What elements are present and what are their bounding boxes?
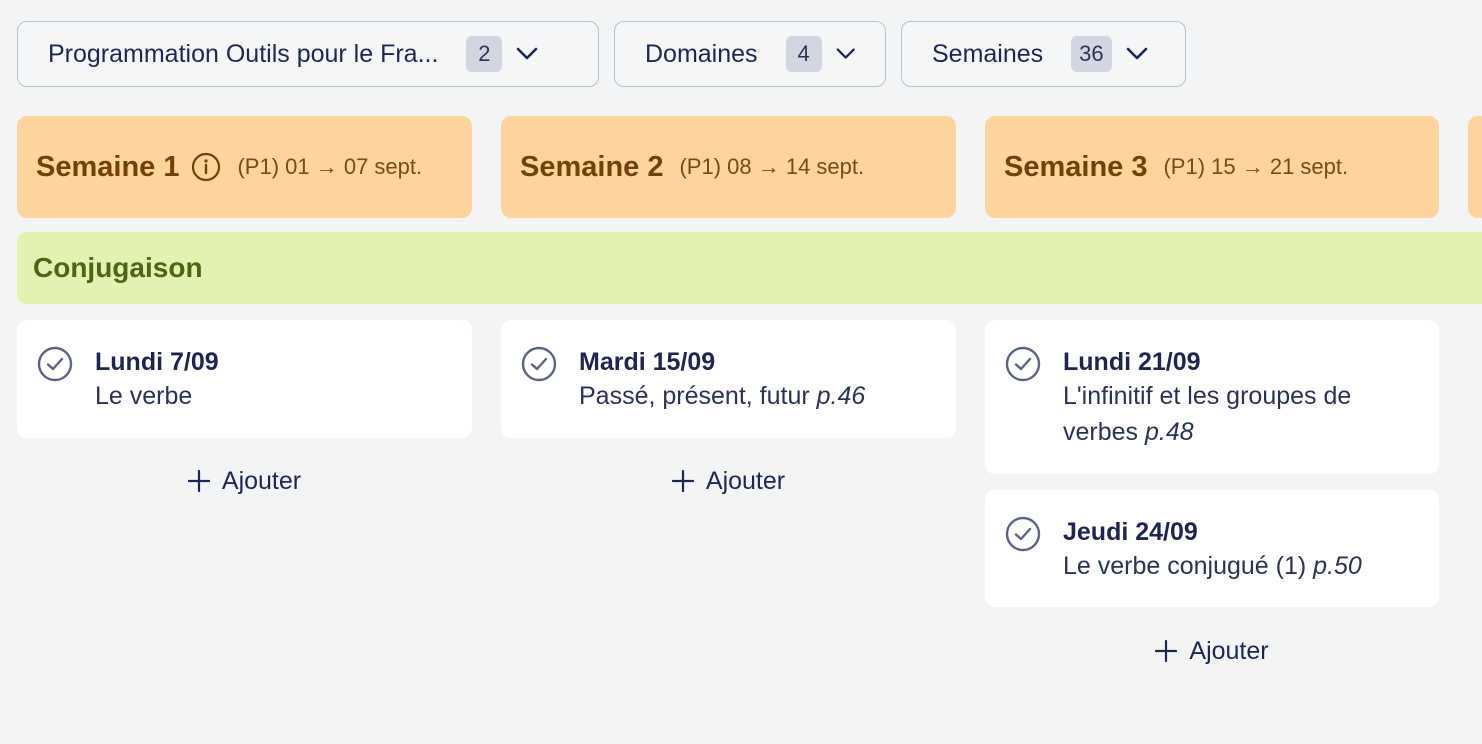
domain-title: Conjugaison — [33, 252, 203, 283]
lesson-page: p.48 — [1145, 418, 1194, 446]
lesson-date: Jeudi 24/09 — [1063, 518, 1198, 546]
week-header-4-partial — [1468, 116, 1482, 218]
add-lesson-label: Ajouter — [1189, 636, 1269, 665]
lesson-title-text: Le verbe — [95, 382, 193, 410]
program-filter-count: 2 — [466, 36, 503, 72]
program-filter-label: Programmation Outils pour le Fra... — [48, 39, 439, 68]
check-circle-icon[interactable] — [1005, 346, 1041, 382]
lesson-date: Lundi 21/09 — [1063, 348, 1201, 376]
week-title: Semaine 1 — [36, 150, 180, 183]
add-lesson-button[interactable]: Ajouter — [985, 631, 1439, 671]
week-range: (P1) 01 → 07 sept. — [237, 154, 423, 179]
lesson-title-text: Passé, présent, futur — [579, 382, 810, 410]
add-lesson-button[interactable]: Ajouter — [17, 461, 472, 501]
domains-filter-count: 4 — [785, 36, 822, 72]
program-filter[interactable]: Programmation Outils pour le Fra... 2 — [17, 21, 599, 87]
week-title: Semaine 3 — [1004, 150, 1148, 183]
check-circle-icon[interactable] — [1005, 516, 1041, 552]
plus-icon — [187, 470, 210, 492]
lesson-title: Le verbe — [95, 378, 448, 414]
check-circle-icon[interactable] — [37, 346, 73, 382]
lesson-card[interactable]: Mardi 15/09 Passé, présent, futur p.46 — [501, 320, 956, 438]
weeks-filter[interactable]: Semaines 36 — [901, 21, 1186, 87]
lesson-title-text: Le verbe conjugué (1) — [1063, 552, 1307, 580]
add-lesson-label: Ajouter — [221, 466, 302, 495]
week-header-3[interactable]: Semaine 3 (P1) 15 → 21 sept. — [985, 116, 1439, 218]
domains-filter[interactable]: Domaines 4 — [614, 21, 886, 87]
week-range: (P1) 15 → 21 sept. — [1163, 154, 1349, 179]
week-header-2[interactable]: Semaine 2 (P1) 08 → 14 sept. — [501, 116, 956, 218]
lesson-title: L'infinitif et les groupes de verbes p.4… — [1063, 378, 1415, 450]
check-circle-icon[interactable] — [521, 346, 557, 382]
week-title: Semaine 2 — [520, 150, 664, 183]
lesson-title: Le verbe conjugué (1) p.50 — [1063, 548, 1415, 584]
lesson-card[interactable]: Lundi 7/09 Le verbe — [17, 320, 472, 438]
lesson-page: p.46 — [816, 382, 866, 410]
lesson-card[interactable]: Jeudi 24/09 Le verbe conjugué (1) p.50 — [985, 490, 1439, 607]
plus-icon — [671, 470, 694, 492]
add-lesson-button[interactable]: Ajouter — [501, 461, 956, 501]
lesson-date: Lundi 7/09 — [95, 348, 219, 376]
week-range: (P1) 08 → 14 sept. — [679, 154, 865, 179]
weeks-filter-label: Semaines — [932, 39, 1044, 68]
weeks-filter-count: 36 — [1071, 36, 1112, 72]
lesson-card[interactable]: Lundi 21/09 L'infinitif et les groupes d… — [985, 320, 1439, 474]
filter-bar: Programmation Outils pour le Fra... 2 Do… — [17, 21, 1186, 87]
lesson-date: Mardi 15/09 — [579, 348, 716, 376]
chevron-down-icon — [1126, 47, 1147, 60]
lesson-title: Passé, présent, futur p.46 — [579, 378, 932, 414]
info-icon[interactable] — [191, 152, 221, 182]
plus-icon — [1155, 640, 1178, 662]
week-header-1[interactable]: Semaine 1 (P1) 01 → 07 sept. — [17, 116, 472, 218]
chevron-down-icon — [517, 47, 538, 60]
domain-row-header: Conjugaison — [17, 232, 1482, 304]
lesson-page: p.50 — [1313, 552, 1362, 580]
lesson-title-text: L'infinitif et les groupes de verbes — [1063, 382, 1352, 446]
chevron-down-icon — [836, 48, 855, 59]
domains-filter-label: Domaines — [645, 39, 758, 68]
add-lesson-label: Ajouter — [705, 466, 786, 495]
